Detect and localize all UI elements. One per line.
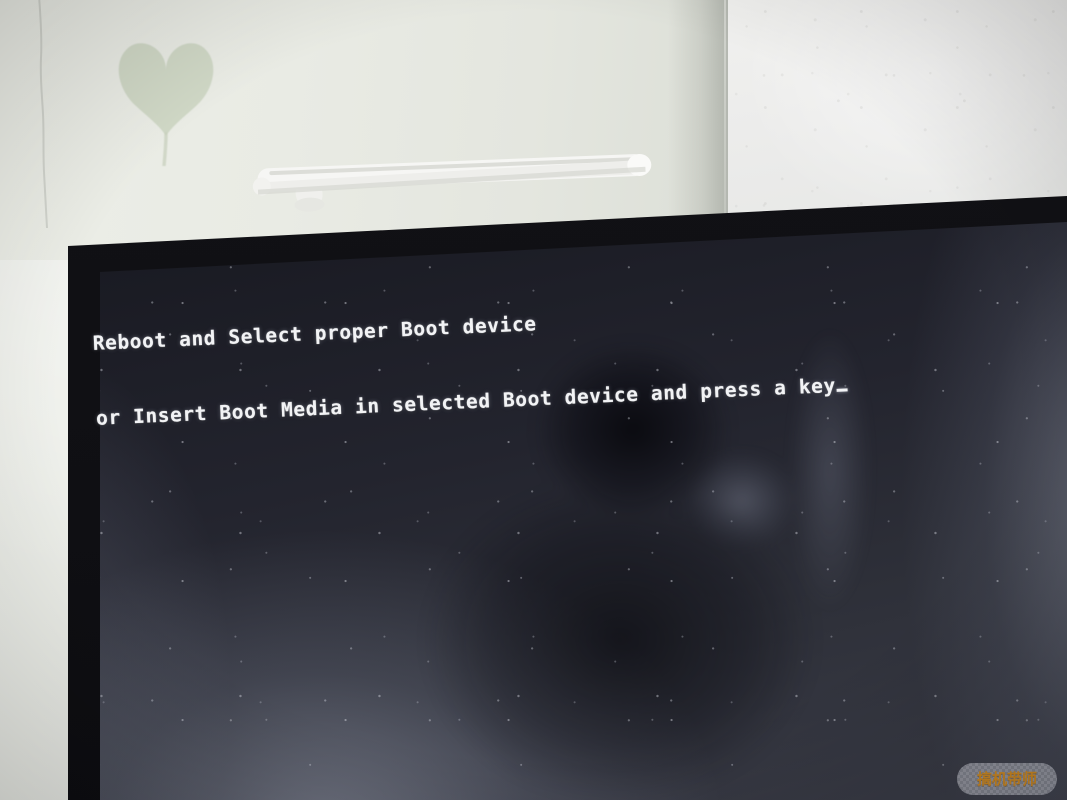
heart-decal-icon [108,26,224,166]
watermark-label: 搞机带师 [976,769,1037,788]
text-cursor [836,388,849,392]
bios-message-line-2: or Insert Boot Media in selected Boot de… [95,373,837,430]
bios-message-line-1: Reboot and Select proper Boot device [92,312,538,355]
photo-scene: Reboot and Select proper Boot device or … [0,0,1067,800]
bios-error-message: Reboot and Select proper Boot device or … [90,248,851,481]
wall-corner-shadow [668,0,728,250]
wall-seam-line-icon [36,0,50,228]
watermark-badge: 搞机带师 [957,763,1057,795]
wall-corner-edge [724,0,726,234]
bios-message-line-2-wrap: or Insert Boot Media in selected Boot de… [96,372,849,430]
